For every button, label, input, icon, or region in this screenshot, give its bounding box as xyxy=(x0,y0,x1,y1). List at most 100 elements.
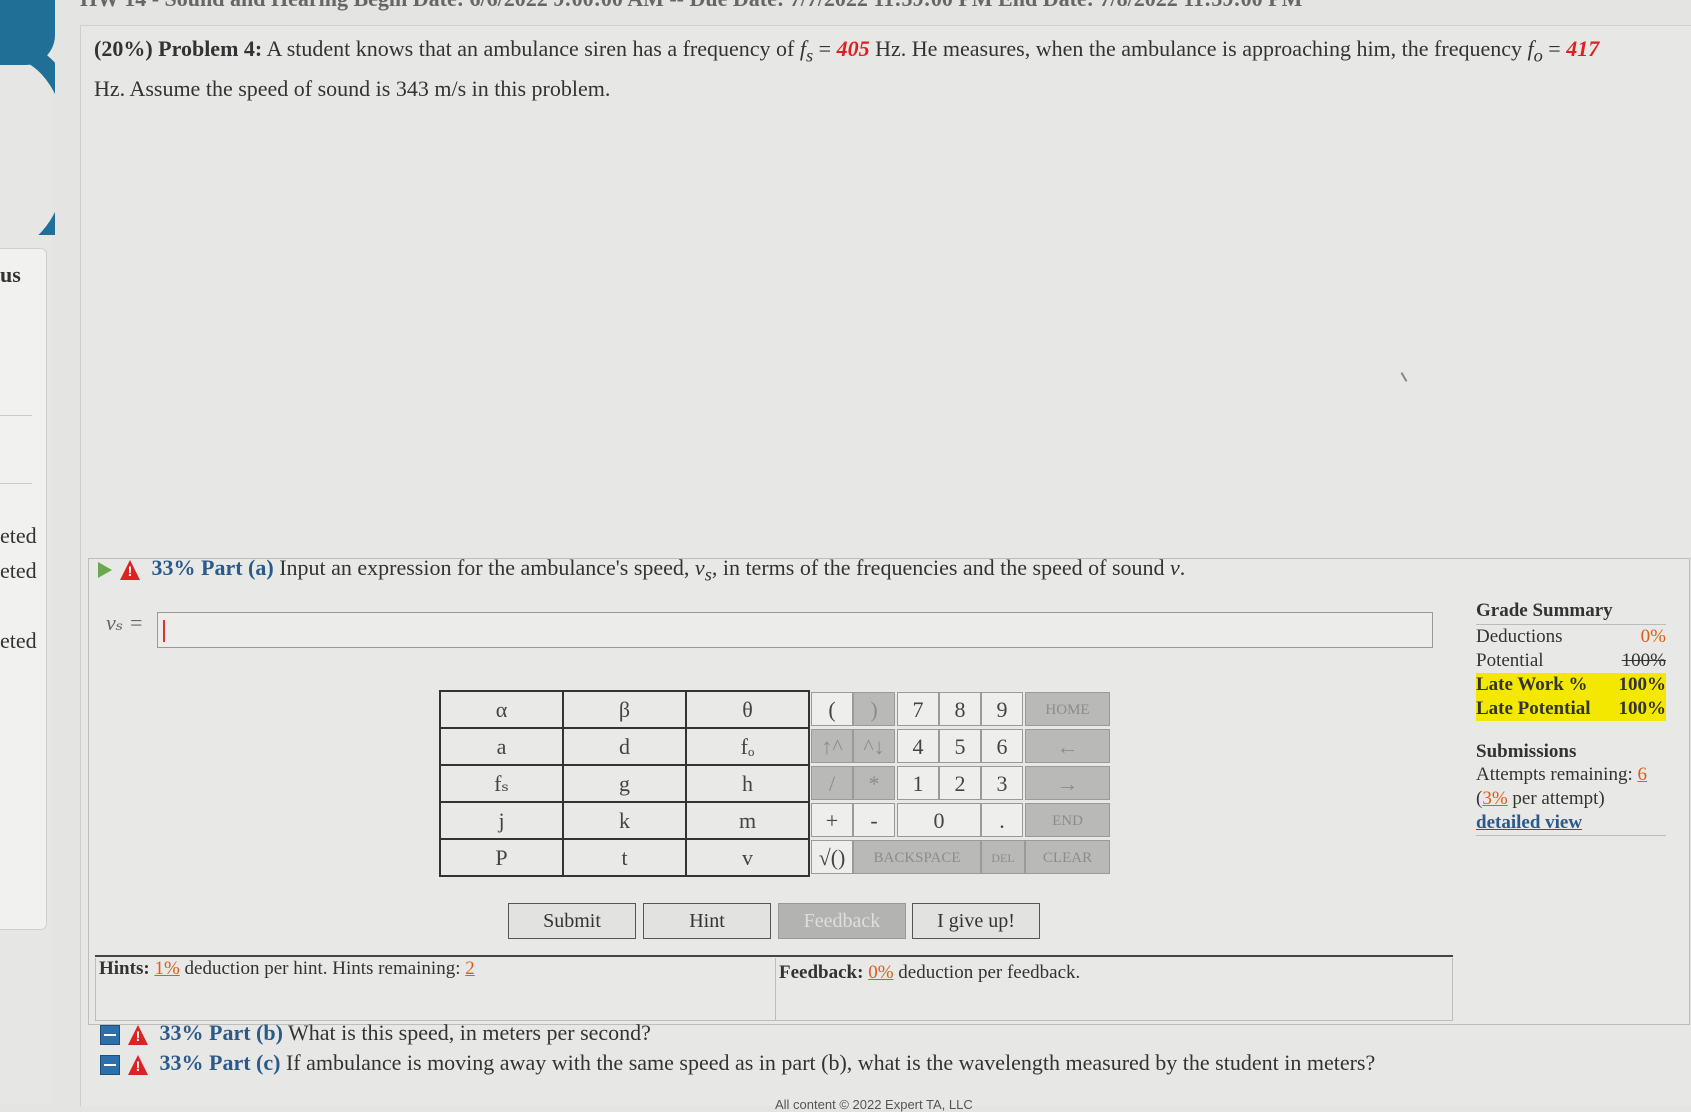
symbol-key[interactable]: v xyxy=(685,838,810,877)
answer-input[interactable] xyxy=(157,612,1433,648)
key-4[interactable]: 4 xyxy=(897,729,939,763)
key-1[interactable]: 1 xyxy=(897,766,939,800)
submit-button[interactable]: Submit xyxy=(508,903,636,939)
key-lparen[interactable]: ( xyxy=(811,692,853,726)
part-c-header[interactable]: ! 33% Part (c) If ambulance is moving aw… xyxy=(100,1050,1375,1076)
key-right-arrow[interactable]: → xyxy=(1025,766,1110,800)
sidebar-label: us xyxy=(0,262,21,287)
assignment-header: HW 14 - Sound and Hearing Begin Date: 6/… xyxy=(80,0,1302,12)
problem-title: Problem 4: xyxy=(158,36,263,61)
answer-label: vₛ = xyxy=(106,610,144,635)
key-5[interactable]: 5 xyxy=(939,729,981,763)
key-up[interactable]: ↑^ xyxy=(811,729,853,763)
symbol-key[interactable]: θ xyxy=(685,690,810,729)
hint-button[interactable]: Hint xyxy=(643,903,771,939)
key-del[interactable]: DEL xyxy=(981,840,1025,874)
hint-deduction: 1% xyxy=(154,958,180,979)
problem-text: Hz. He measures, when the ambulance is a… xyxy=(875,36,1522,61)
deductions-row: Deductions 0% xyxy=(1476,625,1666,649)
sidebar-panel xyxy=(0,248,47,930)
warning-icon: ! xyxy=(128,1054,148,1075)
symbol-key[interactable]: t xyxy=(562,838,687,877)
divider xyxy=(0,415,32,416)
key-home[interactable]: HOME xyxy=(1025,692,1110,726)
part-a-label: 33% Part (a) xyxy=(151,555,274,580)
feedback-button[interactable]: Feedback xyxy=(778,903,906,939)
symbol-key[interactable]: fₛ xyxy=(439,764,564,803)
symbol-key[interactable]: a xyxy=(439,727,564,766)
fo-symbol: fo xyxy=(1527,36,1543,66)
key-backspace[interactable]: BACKSPACE xyxy=(853,840,981,874)
symbol-key[interactable]: d xyxy=(562,727,687,766)
late-work-label: Late Work % xyxy=(1476,674,1588,695)
key-end[interactable]: END xyxy=(1025,803,1110,837)
divider xyxy=(95,955,1453,957)
late-work-value: 100% xyxy=(1618,674,1667,695)
key-sqrt[interactable]: √() xyxy=(811,840,853,874)
key-divide[interactable]: / xyxy=(811,766,853,800)
symbol-key[interactable]: m xyxy=(685,801,810,840)
late-work-row: Late Work % 100% xyxy=(1476,673,1666,697)
part-b-question: What is this speed, in meters per second… xyxy=(288,1020,651,1045)
key-clear[interactable]: CLEAR xyxy=(1025,840,1110,874)
hints-text: deduction per hint. Hints remaining: xyxy=(184,958,461,979)
key-multiply[interactable]: * xyxy=(853,766,895,800)
text-caret xyxy=(163,620,165,642)
key-dot[interactable]: . xyxy=(981,803,1023,837)
key-rparen[interactable]: ) xyxy=(853,692,895,726)
key-plus[interactable]: + xyxy=(811,803,853,837)
key-minus[interactable]: - xyxy=(853,803,895,837)
per-attempt-row: (3% per attempt) xyxy=(1476,787,1666,811)
collapse-icon[interactable] xyxy=(100,1024,120,1045)
part-a-header: ! 33% Part (a) Input an expression for t… xyxy=(98,555,1185,585)
problem-text: A student knows that an ambulance siren … xyxy=(266,36,795,61)
part-c-label: 33% Part (c) xyxy=(159,1050,281,1075)
sidebar-item[interactable]: eted xyxy=(0,523,37,549)
attempts-label: Attempts remaining: xyxy=(1476,764,1633,785)
sidebar-item[interactable]: eted xyxy=(0,628,37,654)
key-down[interactable]: ^↓ xyxy=(853,729,895,763)
divider xyxy=(775,958,776,1020)
detailed-view-link[interactable]: detailed view xyxy=(1476,812,1582,833)
symbol-key[interactable]: h xyxy=(685,764,810,803)
key-0[interactable]: 0 xyxy=(897,803,981,837)
symbol-key[interactable]: k xyxy=(562,801,687,840)
key-6[interactable]: 6 xyxy=(981,729,1023,763)
key-9[interactable]: 9 xyxy=(981,692,1023,726)
late-potential-label: Late Potential xyxy=(1476,698,1591,719)
key-2[interactable]: 2 xyxy=(939,766,981,800)
per-attempt-label: per attempt) xyxy=(1512,788,1605,809)
detailed-view-row: detailed view xyxy=(1476,811,1666,836)
symbol-key[interactable]: α xyxy=(439,690,564,729)
sidebar-item[interactable]: eted xyxy=(0,558,37,584)
grade-summary: Grade Summary Deductions 0% Potential 10… xyxy=(1476,600,1666,836)
key-left-arrow[interactable]: ← xyxy=(1025,729,1110,763)
divider xyxy=(0,483,32,484)
key-3[interactable]: 3 xyxy=(981,766,1023,800)
deductions-value: 0% xyxy=(1640,626,1666,647)
per-attempt-value: 3% xyxy=(1482,788,1508,809)
symbol-key[interactable]: j xyxy=(439,801,564,840)
symbol-key[interactable]: fₒ xyxy=(685,727,810,766)
problem-weight: (20%) xyxy=(94,36,153,61)
collapse-icon[interactable] xyxy=(100,1054,120,1075)
key-8[interactable]: 8 xyxy=(939,692,981,726)
part-a-question-end: , in terms of the frequencies and the sp… xyxy=(711,555,1165,580)
fo-value: 417 xyxy=(1566,36,1600,61)
potential-label: Potential xyxy=(1476,650,1544,671)
deductions-label: Deductions xyxy=(1476,626,1563,647)
symbol-key[interactable]: g xyxy=(562,764,687,803)
warning-icon: ! xyxy=(128,1024,148,1045)
late-potential-row: Late Potential 100% xyxy=(1476,697,1666,721)
fs-symbol: fs xyxy=(799,36,814,66)
part-b-header[interactable]: ! 33% Part (b) What is this speed, in me… xyxy=(100,1020,651,1046)
symbol-key[interactable]: P xyxy=(439,838,564,877)
potential-row: Potential 100% xyxy=(1476,649,1666,673)
part-a-question: Input an expression for the ambulance's … xyxy=(279,555,690,580)
key-7[interactable]: 7 xyxy=(897,692,939,726)
logo xyxy=(0,0,55,235)
potential-value: 100% xyxy=(1621,650,1666,671)
play-icon[interactable] xyxy=(98,561,112,578)
symbol-key[interactable]: β xyxy=(562,690,687,729)
give-up-button[interactable]: I give up! xyxy=(912,903,1040,939)
